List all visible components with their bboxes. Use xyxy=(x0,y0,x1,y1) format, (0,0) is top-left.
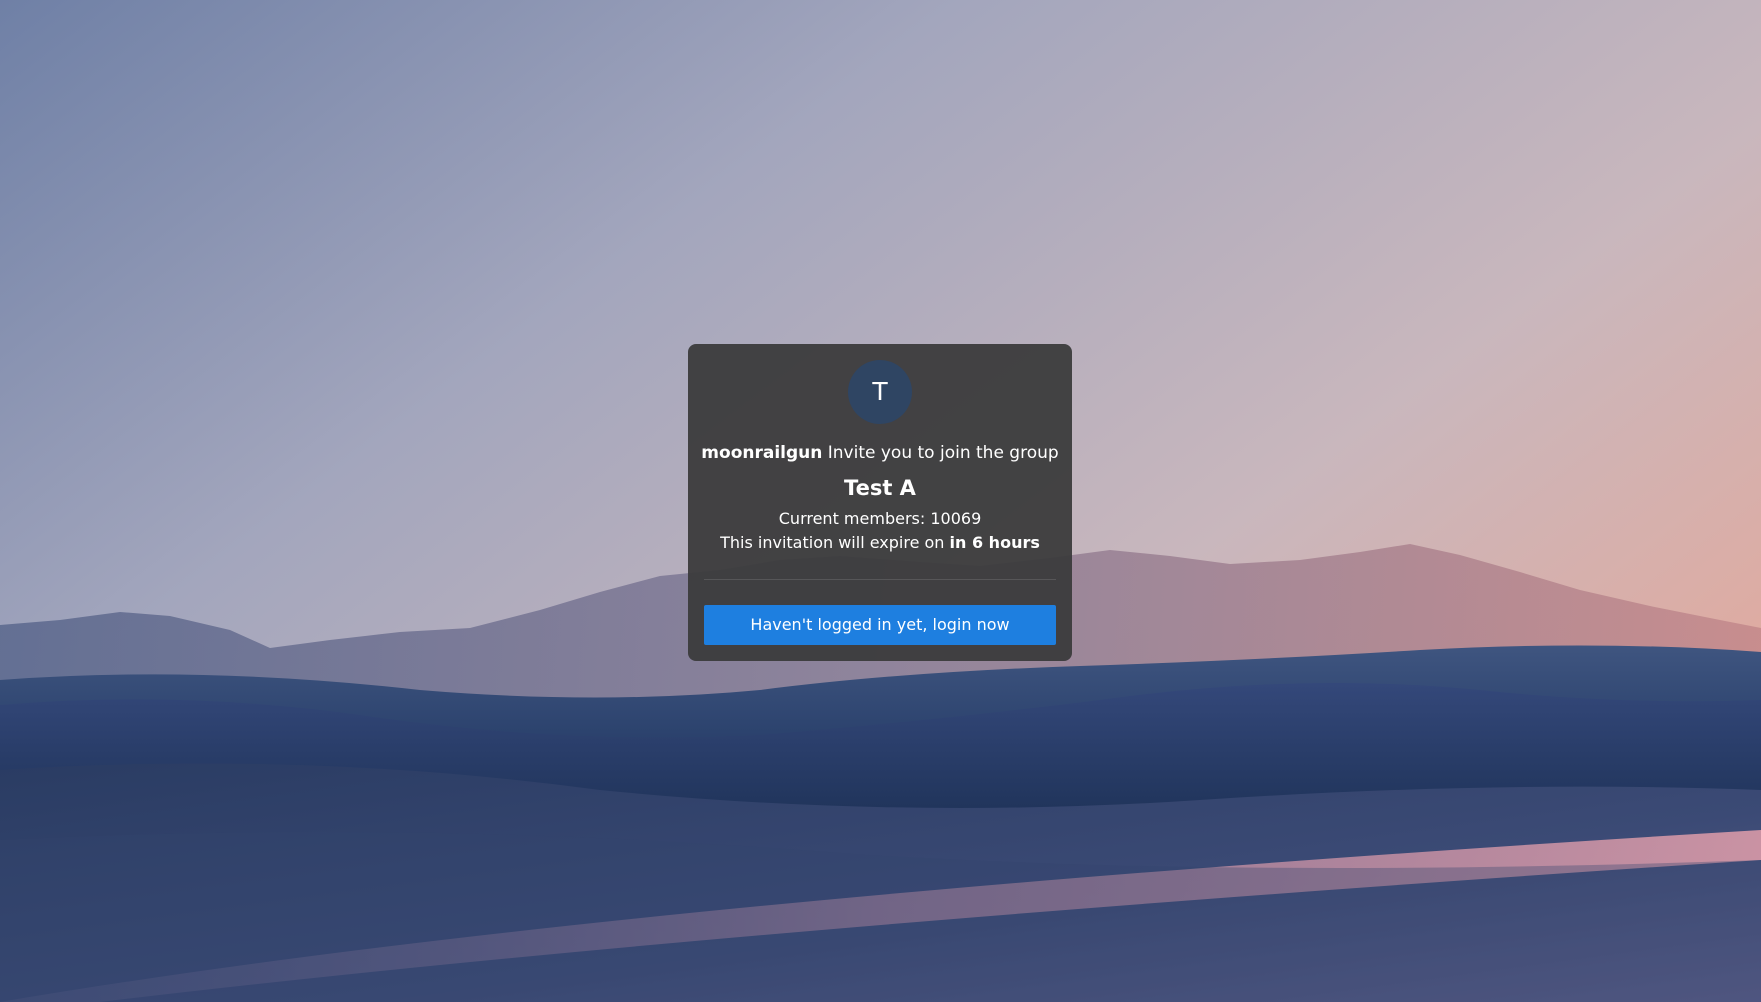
divider xyxy=(704,579,1056,580)
expiry-notice: This invitation will expire on in 6 hour… xyxy=(688,532,1072,554)
members-label: Current members: xyxy=(778,509,931,528)
group-avatar: T xyxy=(848,360,912,424)
invite-text: Invite you to join the group xyxy=(822,443,1059,463)
invite-card: T moonrailgun Invite you to join the gro… xyxy=(688,344,1072,661)
expire-value: in 6 hours xyxy=(949,533,1040,552)
inviter-name: moonrailgun xyxy=(701,443,823,463)
members-value: 10069 xyxy=(930,509,982,528)
invite-message: moonrailgun Invite you to join the group xyxy=(688,442,1072,464)
expire-label: This invitation will expire on xyxy=(720,533,950,552)
group-name: Test A xyxy=(844,476,916,500)
member-count: Current members: 10069 xyxy=(688,508,1072,530)
login-button[interactable]: Haven't logged in yet, login now xyxy=(704,605,1056,645)
